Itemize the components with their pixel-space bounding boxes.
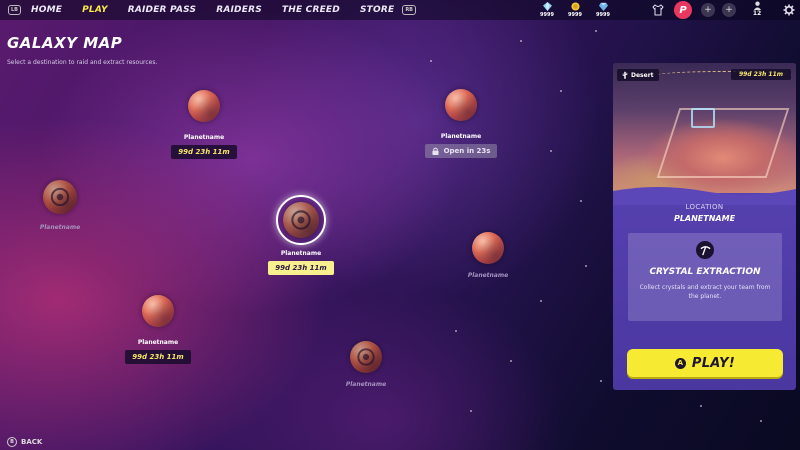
currency-crystal: 9999 bbox=[533, 2, 561, 18]
player-icon bbox=[753, 1, 761, 10]
planet-node[interactable]: Planetname bbox=[30, 180, 90, 231]
planet-icon[interactable] bbox=[142, 295, 174, 327]
crystal-icon bbox=[542, 2, 552, 11]
planet-icon[interactable] bbox=[350, 341, 382, 373]
nav-raiders[interactable]: RAIDERS bbox=[216, 5, 262, 15]
planet-detail-panel: Desert 99d 23h 11m LOCATION PLANETNAME C… bbox=[613, 63, 796, 390]
add-slot-button-2[interactable]: + bbox=[722, 3, 736, 17]
planet-timer: 99d 23h 11m bbox=[171, 145, 237, 159]
lock-icon bbox=[432, 147, 439, 155]
back-button[interactable]: B BACK bbox=[7, 437, 42, 447]
location-label: LOCATION bbox=[685, 203, 724, 211]
planet-name: Planetname bbox=[280, 250, 322, 257]
mode-icon bbox=[696, 241, 714, 259]
planet-name: Planetname bbox=[345, 381, 387, 388]
game-mode-card: CRYSTAL EXTRACTION Collect crystals and … bbox=[628, 233, 782, 321]
a-button-icon: A bbox=[674, 357, 686, 369]
profile-badge-letter: P bbox=[679, 4, 687, 16]
rb-button-icon[interactable]: RB bbox=[402, 5, 416, 15]
b-button-icon: B bbox=[7, 437, 17, 447]
planet-lock-timer: Open in 23s bbox=[424, 144, 498, 158]
location-name: PLANETNAME bbox=[673, 214, 736, 223]
planet-timer: 99d 23h 11m bbox=[125, 350, 191, 364]
nav-the-creed[interactable]: THE CREED bbox=[282, 5, 340, 15]
coin-icon bbox=[570, 2, 580, 11]
planet-node-locked[interactable]: Planetname Open in 23s bbox=[416, 89, 506, 158]
creed-emblem-icon bbox=[291, 210, 311, 230]
court-outline bbox=[656, 108, 790, 178]
planet-name: Planetname bbox=[183, 134, 225, 141]
planet-selection-ring bbox=[276, 195, 326, 245]
planet-node[interactable]: Planetname 99d 23h 11m bbox=[162, 90, 246, 159]
planet-icon[interactable] bbox=[472, 232, 504, 264]
panel-wave-divider bbox=[613, 187, 796, 205]
nav-home[interactable]: HOME bbox=[31, 5, 62, 15]
mode-title: CRYSTAL EXTRACTION bbox=[649, 267, 761, 277]
planet-node[interactable]: Planetname bbox=[458, 232, 518, 279]
main-nav: LB HOME PLAY RAIDER PASS RAIDERS THE CRE… bbox=[8, 0, 416, 20]
shirt-icon[interactable] bbox=[652, 4, 664, 16]
currency-crystal-value: 9999 bbox=[540, 12, 554, 18]
page-title: GALAXY MAP bbox=[7, 34, 123, 52]
top-bar: LB HOME PLAY RAIDER PASS RAIDERS THE CRE… bbox=[0, 0, 800, 20]
planet-name: Planetname bbox=[440, 133, 482, 140]
planet-name: Planetname bbox=[39, 224, 81, 231]
panel-timer: 99d 23h 11m bbox=[730, 69, 791, 80]
back-label: BACK bbox=[21, 438, 43, 446]
biome-label: Desert bbox=[631, 71, 654, 79]
currency-coin-value: 9999 bbox=[568, 12, 582, 18]
page-subtitle: Select a destination to raid and extract… bbox=[7, 59, 158, 66]
player-level[interactable]: 12 bbox=[748, 1, 766, 17]
player-level-value: 12 bbox=[752, 10, 762, 17]
planet-icon[interactable] bbox=[445, 89, 477, 121]
creed-emblem-icon bbox=[357, 348, 375, 366]
creed-emblem-icon bbox=[50, 187, 70, 207]
lb-button-icon[interactable]: LB bbox=[8, 5, 21, 15]
play-button[interactable]: A PLAY! bbox=[627, 349, 783, 377]
nav-store[interactable]: STORE bbox=[360, 5, 394, 15]
planet-preview-image bbox=[613, 63, 796, 193]
planet-name: Planetname bbox=[137, 339, 179, 346]
play-button-label: PLAY! bbox=[691, 355, 736, 371]
gem-icon bbox=[598, 2, 608, 11]
currency-gem-value: 9999 bbox=[596, 12, 610, 18]
biome-tag: Desert bbox=[617, 69, 659, 81]
cactus-icon bbox=[622, 71, 628, 79]
nav-play[interactable]: PLAY bbox=[82, 5, 108, 15]
pickaxe-icon bbox=[699, 245, 711, 255]
hoop-outline bbox=[691, 108, 715, 128]
gear-icon[interactable] bbox=[783, 4, 795, 16]
planet-icon[interactable] bbox=[43, 180, 77, 214]
planet-timer: 99d 23h 11m bbox=[268, 261, 334, 275]
planet-icon[interactable] bbox=[188, 90, 220, 122]
planet-node[interactable]: Planetname bbox=[336, 341, 396, 388]
planet-name: Planetname bbox=[467, 272, 509, 279]
add-slot-button[interactable]: + bbox=[701, 3, 715, 17]
planet-lock-text: Open in 23s bbox=[443, 147, 491, 155]
currency-gem: 9999 bbox=[589, 2, 617, 18]
currency-coin: 9999 bbox=[561, 2, 589, 18]
planet-node[interactable]: Planetname 99d 23h 11m bbox=[114, 295, 202, 364]
currency-bar: 9999 9999 9999 bbox=[533, 0, 617, 20]
profile-badge[interactable]: P bbox=[674, 1, 692, 19]
planet-node-selected[interactable]: Planetname 99d 23h 11m bbox=[254, 195, 348, 275]
nav-raider-pass[interactable]: RAIDER PASS bbox=[128, 5, 197, 15]
mode-description: Collect crystals and extract your team f… bbox=[639, 284, 771, 300]
planet-icon[interactable] bbox=[283, 202, 319, 238]
